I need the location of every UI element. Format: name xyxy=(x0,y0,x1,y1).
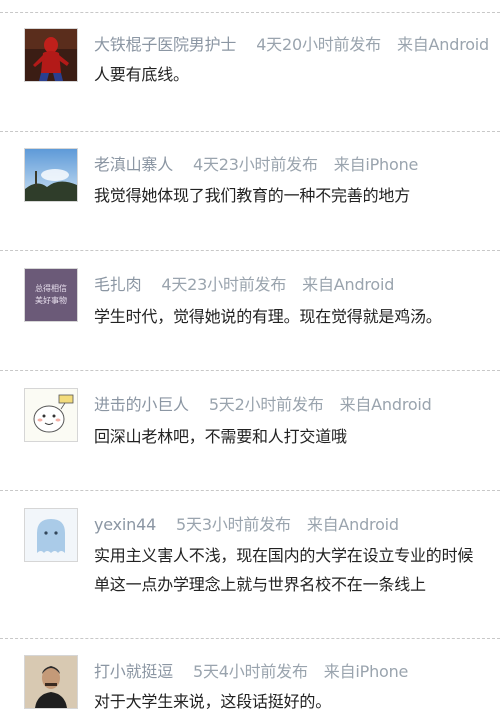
post-time: 5天3小时前发布 xyxy=(176,515,291,534)
separator xyxy=(0,12,500,13)
svg-text:总得相信: 总得相信 xyxy=(35,283,67,293)
separator xyxy=(0,638,500,639)
comment-text: 我觉得她体现了我们教育的一种不完善的地方 xyxy=(94,181,500,210)
comment-meta: 大铁棍子医院男护士 4天20小时前发布 来自Android xyxy=(94,31,489,55)
post-time: 4天23小时前发布 xyxy=(161,275,287,294)
post-source: 来自iPhone xyxy=(333,155,419,174)
post-source: 来自iPhone xyxy=(323,662,409,681)
username-link[interactable]: 打小就挺逗 xyxy=(94,662,173,681)
username-link[interactable]: 毛扎肉 xyxy=(94,275,142,294)
comment-meta: yexin44 5天3小时前发布 来自Android xyxy=(94,511,399,535)
separator xyxy=(0,370,500,371)
comment-text-line: 实用主义害人不浅，现在国内的大学在设立专业的时候 xyxy=(94,546,474,565)
username-link[interactable]: 大铁棍子医院男护士 xyxy=(94,35,236,54)
comment-text: 学生时代，觉得她说的有理。现在觉得就是鸡汤。 xyxy=(94,302,500,331)
post-time: 5天4小时前发布 xyxy=(193,662,308,681)
comment-text-line: 回深山老林吧，不需要和人打交道哦 xyxy=(94,427,347,446)
username-link[interactable]: 进击的小巨人 xyxy=(94,395,189,414)
separator xyxy=(0,490,500,491)
comment-text-line: 学生时代，觉得她说的有理。现在觉得就是鸡汤。 xyxy=(94,307,442,326)
comment-meta: 打小就挺逗 5天4小时前发布 来自iPhone xyxy=(94,658,408,682)
comment-text-line: 人要有底线。 xyxy=(94,65,189,84)
comment-text: 回深山老林吧，不需要和人打交道哦 xyxy=(94,422,500,451)
post-time: 5天2小时前发布 xyxy=(208,395,324,414)
post-source: 来自Android xyxy=(339,395,432,414)
post-source: 来自Android xyxy=(302,275,395,294)
separator xyxy=(0,250,500,251)
username-link[interactable]: 老滇山寨人 xyxy=(94,155,173,174)
avatar-sky[interactable] xyxy=(24,148,78,202)
post-source: 来自Android xyxy=(306,515,399,534)
comment-text: 对于大学生来说，这段话挺好的。 xyxy=(94,687,500,716)
comment-text-line: 对于大学生来说，这段话挺好的。 xyxy=(94,692,332,711)
comment-text-line: 单这一点办学理念上就与世界名校不在一条线上 xyxy=(94,575,426,594)
comment-meta: 进击的小巨人 5天2小时前发布 来自Android xyxy=(94,391,432,415)
post-time: 4天20小时前发布 xyxy=(256,35,381,54)
username-link[interactable]: yexin44 xyxy=(94,515,156,534)
svg-text:美好事物: 美好事物 xyxy=(35,295,67,305)
avatar-cartoon[interactable] xyxy=(24,388,78,442)
separator xyxy=(0,131,500,132)
comment-meta: 老滇山寨人 4天23小时前发布 来自iPhone xyxy=(94,151,418,175)
avatar-ghost[interactable] xyxy=(24,508,78,562)
avatar-portrait[interactable] xyxy=(24,655,78,709)
comment-text-line: 我觉得她体现了我们教育的一种不完善的地方 xyxy=(94,186,411,205)
comment-text: 人要有底线。 xyxy=(94,60,500,89)
avatar-spiderman[interactable] xyxy=(24,28,78,82)
post-source: 来自Android xyxy=(396,35,490,54)
avatar-text-card[interactable]: 总得相信 美好事物 xyxy=(24,268,78,322)
post-time: 4天23小时前发布 xyxy=(193,155,318,174)
comment-meta: 毛扎肉 4天23小时前发布 来自Android xyxy=(94,271,394,295)
comment-text: 实用主义害人不浅，现在国内的大学在设立专业的时候 单这一点办学理念上就与世界名校… xyxy=(94,541,500,599)
